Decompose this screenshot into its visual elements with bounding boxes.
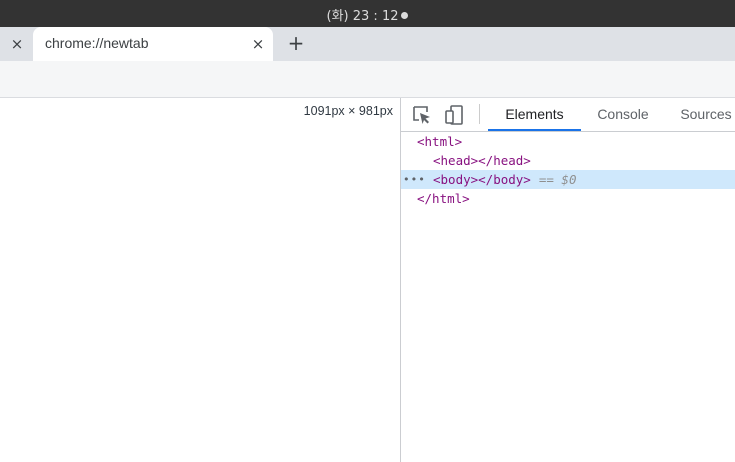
tab-elements-label: Elements — [505, 106, 564, 122]
dom-node-html-close[interactable]: </html> — [401, 189, 735, 208]
tab-console-label: Console — [597, 106, 649, 122]
more-actions-icon[interactable]: ••• — [403, 170, 426, 189]
os-top-bar: (화) 23 : 12 — [0, 0, 735, 27]
devtools-panel: Elements Console Sources <html> <head></… — [400, 98, 735, 462]
page-viewport[interactable]: 1091px × 981px — [0, 98, 400, 462]
tab-console[interactable]: Console — [587, 98, 659, 131]
dom-tree: <html> <head></head> ••• <body></body> ==… — [401, 132, 735, 208]
head-tag: <head></head> — [433, 153, 531, 168]
devtools-toolbar: Elements Console Sources — [401, 98, 735, 132]
new-tab-button[interactable]: + — [285, 32, 307, 54]
dom-node-html-open[interactable]: <html> — [401, 132, 735, 151]
close-previous-tab-button[interactable]: × — [8, 35, 26, 53]
viewport-dimensions: 1091px × 981px — [303, 104, 393, 118]
os-clock[interactable]: (화) 23 : 12 — [0, 5, 735, 24]
tab-sources-label: Sources — [680, 106, 732, 122]
browser-toolbar[interactable] — [0, 61, 735, 97]
tab-sources[interactable]: Sources — [671, 98, 735, 131]
dom-node-body[interactable]: ••• <body></body> == $0 — [401, 170, 735, 189]
tab-title: chrome://newtab — [45, 35, 149, 51]
inspect-element-icon[interactable] — [411, 104, 433, 126]
status-dot-icon — [401, 12, 409, 19]
html-open-tag: <html> — [417, 134, 463, 149]
tab-elements[interactable]: Elements — [488, 98, 581, 131]
toolbar-separator — [479, 104, 480, 124]
active-tab-indicator — [488, 129, 581, 131]
selected-node-hint: == $0 — [538, 172, 577, 187]
device-toolbar-icon[interactable] — [443, 104, 465, 126]
body-tag: <body></body> — [433, 172, 531, 187]
close-tab-button[interactable]: × — [249, 35, 267, 53]
html-close-tag: </html> — [417, 191, 470, 206]
os-clock-text: (화) 23 : 12 — [326, 9, 399, 24]
tab-strip: × chrome://newtab × + — [0, 27, 735, 61]
tab-newtab[interactable]: chrome://newtab × — [33, 27, 273, 61]
dom-node-head[interactable]: <head></head> — [401, 151, 735, 170]
